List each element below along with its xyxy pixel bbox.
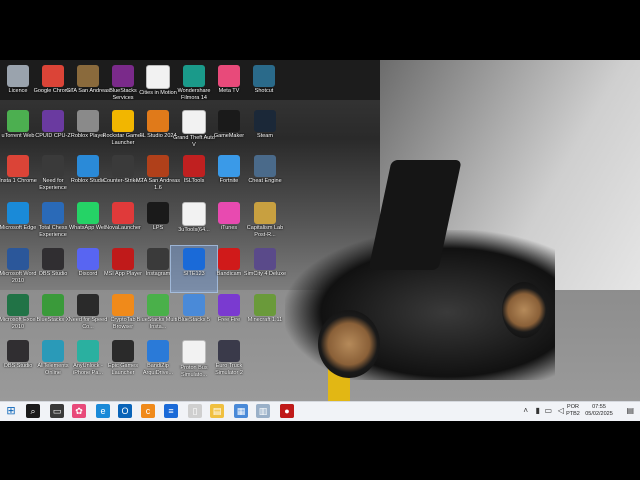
cpuz-icon <box>42 110 64 132</box>
language-code: POR <box>567 404 579 410</box>
bluestacks-icon <box>183 294 205 316</box>
nfs-icon <box>42 155 64 177</box>
desktop-shortcut-label: SimCity 4 Deluxe <box>243 271 287 277</box>
edge-icon[interactable]: e <box>96 404 110 418</box>
roblox-icon <box>77 110 99 132</box>
epic-icon <box>112 340 134 362</box>
chess-icon <box>42 202 64 224</box>
file-icon <box>182 202 206 226</box>
google-photos-icon[interactable]: ✿ <box>72 404 86 418</box>
folder-icon[interactable]: ▤ <box>210 404 224 418</box>
gamemaker-icon <box>218 110 240 132</box>
clock-time: 07:55 <box>592 404 606 410</box>
filmora-icon <box>183 65 205 87</box>
lock-icon <box>147 340 169 362</box>
roblox-studio-icon <box>77 155 99 177</box>
desktop-shortcut[interactable]: SimCity 4 Deluxe <box>242 246 288 292</box>
task-view-icon[interactable]: ▭ <box>50 404 64 418</box>
search-icon[interactable]: ⌕ <box>26 404 40 418</box>
desktop-shortcut-label: Shotcut <box>254 88 274 94</box>
desktop-shortcut[interactable]: Euro Truck Simulator 2 <box>206 338 252 384</box>
cs2-icon <box>112 155 134 177</box>
bandicam-icon <box>218 248 240 270</box>
notepad-icon[interactable]: ▥ <box>256 404 270 418</box>
chrome-icon <box>7 155 29 177</box>
wallpaper-car-wheel <box>502 282 546 338</box>
gta-sa-icon <box>77 65 99 87</box>
anyunlock-icon <box>77 340 99 362</box>
obs-icon <box>42 248 64 270</box>
shotcut-icon <box>253 65 275 87</box>
instagram-icon <box>147 248 169 270</box>
desktop-shortcut-label: Capitalism Lab Post-R... <box>246 225 284 238</box>
whatsapp-icon <box>77 202 99 224</box>
capitalism-icon <box>254 202 276 224</box>
desktop-shortcut-label: Steam <box>257 133 273 139</box>
keyboard-layout: PTB2 <box>566 411 580 417</box>
desktop-shortcut[interactable]: Minecraft 1.11 <box>242 292 288 338</box>
clock-date: 05/02/2025 <box>585 411 613 417</box>
desktop-shortcut[interactable]: Shotcut <box>241 63 287 109</box>
desktop[interactable]: Licence Google Chrome GTA San Andreas BlueS… <box>0 60 640 420</box>
explorer-icon[interactable]: ▦ <box>234 404 248 418</box>
notifications-icon[interactable]: ▤ <box>626 406 634 415</box>
language-indicator[interactable]: POR PTB2 <box>564 404 582 418</box>
site123-icon <box>183 248 205 270</box>
ets2-icon <box>218 340 240 362</box>
windows-start-icon[interactable]: ⊞ <box>4 404 18 418</box>
bluestacks-x-icon <box>42 294 64 316</box>
cryptotab-icon <box>112 294 134 316</box>
winrar-icon <box>112 65 134 87</box>
discord-icon <box>77 248 99 270</box>
outlook-icon[interactable]: O <box>118 404 132 418</box>
freefire-icon <box>218 294 240 316</box>
taskbar: ⊞ ⌕▭✿eOc≡▯▤▦▥●● ˄ ▮ ▭ ◁ POR PTB2 07:55 0… <box>0 401 640 421</box>
desktop-shortcut-label: Cheat Engine <box>248 178 282 184</box>
network-icon[interactable]: ▭ <box>544 406 552 415</box>
bluestacks-icon <box>147 294 169 316</box>
wallpaper-car-wheel <box>318 310 380 378</box>
desktop-shortcut[interactable]: Capitalism Lab Post-R... <box>242 200 288 246</box>
desktop-shortcut[interactable]: Cheat Engine <box>242 153 288 199</box>
steam-icon <box>254 110 276 132</box>
mta-icon <box>147 155 169 177</box>
clock[interactable]: 07:55 05/02/2025 <box>584 404 614 418</box>
fortnite-icon <box>218 155 240 177</box>
nova-icon <box>112 202 134 224</box>
license-icon <box>7 65 29 87</box>
chevron-up-icon[interactable]: ˄ <box>523 406 528 415</box>
file-icon <box>182 110 206 134</box>
isl-icon <box>183 155 205 177</box>
file-icon[interactable]: ▯ <box>188 404 202 418</box>
desktop-shortcut-label: Euro Truck Simulator 2 <box>215 363 243 376</box>
msi-icon <box>112 248 134 270</box>
rockstar-icon <box>112 110 134 132</box>
nfs-icon <box>77 294 99 316</box>
site123-icon[interactable]: ≡ <box>164 404 178 418</box>
minecraft-icon <box>254 294 276 316</box>
ladybug-icon[interactable]: ● <box>280 404 294 418</box>
cheat-engine-icon <box>254 155 276 177</box>
file-icon <box>182 340 206 364</box>
itunes-icon <box>218 202 240 224</box>
word-icon <box>7 248 29 270</box>
desktop-shortcut[interactable]: Steam <box>242 108 288 154</box>
fl-studio-icon <box>147 110 169 132</box>
file-icon <box>146 65 170 89</box>
meta-tv-icon <box>218 65 240 87</box>
chrome-icon <box>42 65 64 87</box>
edge-icon <box>7 202 29 224</box>
obs-icon <box>7 340 29 362</box>
cryptotab-icon[interactable]: c <box>141 404 155 418</box>
desktop-shortcut-label: Minecraft 1.11 <box>247 317 283 323</box>
alltelements-icon <box>42 340 64 362</box>
excel-icon <box>7 294 29 316</box>
microphone-icon[interactable]: ▮ <box>536 406 540 415</box>
utorrent-icon <box>7 110 29 132</box>
simcity-icon <box>254 248 276 270</box>
lps-icon <box>147 202 169 224</box>
